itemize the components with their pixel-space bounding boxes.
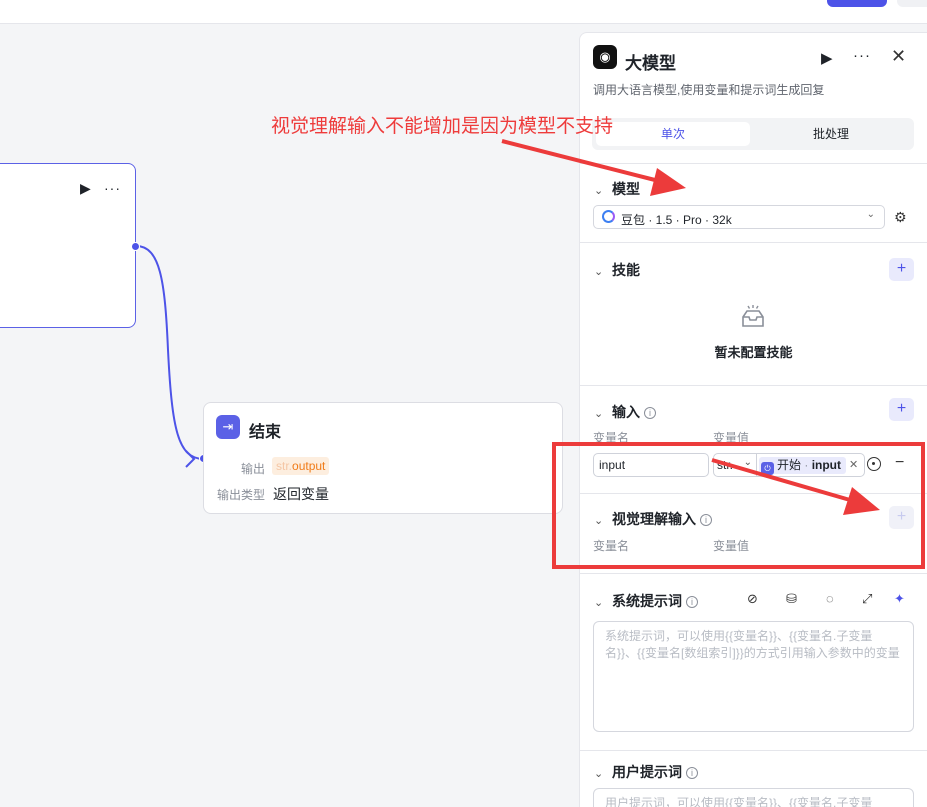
tab-single[interactable]: 单次 xyxy=(596,122,750,146)
more-icon[interactable]: ··· xyxy=(853,47,871,64)
llm-logo-icon: ◉ xyxy=(593,45,617,69)
run-icon[interactable]: ▶ xyxy=(821,49,833,67)
info-icon[interactable]: i xyxy=(700,514,712,526)
chevron-down-icon: ⌄ xyxy=(594,597,604,609)
tab-batch[interactable]: 批处理 xyxy=(754,122,908,146)
skills-section-header[interactable]: ⌄ 技能 xyxy=(594,260,640,280)
close-icon[interactable]: ✕ xyxy=(891,46,906,67)
model-section-header[interactable]: ⌄ 模型 xyxy=(594,179,640,199)
llm-node[interactable]: ▶ ··· xyxy=(0,163,136,328)
annotation-text: 视觉理解输入不能增加是因为模型不支持 xyxy=(271,115,614,137)
output-type-label: 输出类型 xyxy=(216,488,265,502)
system-prompt-section-header[interactable]: ⌄ 系统提示词 i xyxy=(594,591,698,611)
model-name: 豆包 · 1.5 · Pro · 32k xyxy=(621,213,732,227)
output-variable-tag: str.output xyxy=(272,457,330,475)
column-header-value: 变量值 xyxy=(713,431,750,445)
chevron-down-icon: ⌄ xyxy=(594,266,604,278)
skills-empty-text: 暂未配置技能 xyxy=(714,345,793,360)
more-icon[interactable]: ··· xyxy=(104,180,121,196)
add-skill-button[interactable]: + xyxy=(889,258,914,281)
gear-icon[interactable]: ⚙ xyxy=(894,209,907,226)
input-section-header[interactable]: ⌄ 输入 i xyxy=(594,402,656,422)
divider xyxy=(580,493,927,494)
compass-icon[interactable]: ⊘ xyxy=(747,591,758,607)
start-node-icon: ⏻ xyxy=(761,462,774,475)
info-icon[interactable]: i xyxy=(644,407,656,419)
chevron-down-icon: ⌄ xyxy=(594,768,604,780)
ref-node-name: 开始 xyxy=(777,458,802,472)
system-prompt-title: 系统提示词 xyxy=(612,593,682,609)
end-node-icon: ⇥ xyxy=(216,415,240,439)
column-header-value: 变量值 xyxy=(713,539,750,553)
publish-button[interactable] xyxy=(827,0,887,7)
add-input-button[interactable]: + xyxy=(889,398,914,421)
user-prompt-section-header[interactable]: ⌄ 用户提示词 i xyxy=(594,762,698,782)
input-section-title: 输入 xyxy=(612,404,640,420)
variable-type-select[interactable]: str. ⌄ xyxy=(713,453,757,477)
chevron-down-icon: ⌄ xyxy=(594,515,604,527)
user-prompt-textarea[interactable]: 用户提示词，可以使用{{变量名}}、{{变量名.子变量 xyxy=(593,788,914,807)
run-icon[interactable]: ▶ xyxy=(80,180,91,197)
mode-tabs: 单次 批处理 xyxy=(592,118,914,150)
empty-box-icon xyxy=(742,305,764,327)
output-type-value: 返回变量 xyxy=(273,486,329,502)
model-select[interactable]: 豆包 · 1.5 · Pro · 32k ⌄ xyxy=(593,205,885,229)
info-icon[interactable]: i xyxy=(686,596,698,608)
top-toolbar xyxy=(0,0,927,24)
ref-variable-name: input xyxy=(811,458,842,472)
doubao-logo-icon xyxy=(602,210,615,223)
output-port[interactable] xyxy=(131,242,140,251)
chevron-down-icon: ⌄ xyxy=(743,457,752,468)
chevron-down-icon: ⌄ xyxy=(594,185,604,197)
panel-description: 调用大语言模型,使用变量和提示词生成回复 xyxy=(593,83,825,97)
divider xyxy=(580,573,927,574)
prompt-library-icon[interactable]: ⛁ xyxy=(786,591,797,607)
end-node[interactable]: ⇥ 结束 输出 str.output 输出类型 返回变量 xyxy=(203,402,563,514)
vision-input-section-header[interactable]: ⌄ 视觉理解输入 i xyxy=(594,509,712,529)
remove-row-icon[interactable]: − xyxy=(895,454,904,472)
column-header-name: 变量名 xyxy=(593,539,630,553)
node-config-panel: ◉ 大模型 ▶ ··· ✕ 调用大语言模型,使用变量和提示词生成回复 单次 批处… xyxy=(579,32,927,807)
divider xyxy=(580,163,927,164)
ref-separator: · xyxy=(801,458,812,472)
variable-name-input[interactable]: input xyxy=(593,453,709,477)
variable-type: str. xyxy=(717,458,734,472)
column-header-name: 变量名 xyxy=(593,431,630,445)
clear-reference-icon[interactable]: ✕ xyxy=(849,458,858,471)
divider xyxy=(580,750,927,751)
output-var: output xyxy=(292,459,326,473)
system-prompt-textarea[interactable]: 系统提示词，可以使用{{变量名}}、{{变量名.子变量名}}、{{变量名[数组索… xyxy=(593,621,914,732)
ai-sparkle-icon[interactable]: ✦ xyxy=(894,591,905,607)
expand-icon[interactable]: ⤢ xyxy=(862,591,872,607)
lightbulb-icon[interactable]: ◌ xyxy=(826,591,834,606)
panel-title: 大模型 xyxy=(625,54,676,73)
divider xyxy=(580,385,927,386)
chevron-down-icon: ⌄ xyxy=(594,408,604,420)
user-prompt-title: 用户提示词 xyxy=(612,764,682,780)
variable-picker-icon[interactable] xyxy=(867,457,881,471)
model-section-title: 模型 xyxy=(612,181,640,197)
variable-reference-chip[interactable]: ⏻ 开始 · input xyxy=(759,457,847,475)
skills-section-title: 技能 xyxy=(612,262,640,278)
chevron-down-icon: ⌄ xyxy=(866,209,875,220)
end-node-title: 结束 xyxy=(249,424,282,441)
add-vision-input-button[interactable]: + xyxy=(889,506,914,529)
output-label: 输出 xyxy=(240,462,265,476)
variable-reference-field[interactable]: ⏻ 开始 · input ✕ xyxy=(757,453,865,477)
vision-input-section-title: 视觉理解输入 xyxy=(612,511,696,527)
secondary-button[interactable] xyxy=(897,0,927,7)
output-type: str. xyxy=(276,459,293,473)
divider xyxy=(580,242,927,243)
info-icon[interactable]: i xyxy=(686,767,698,779)
